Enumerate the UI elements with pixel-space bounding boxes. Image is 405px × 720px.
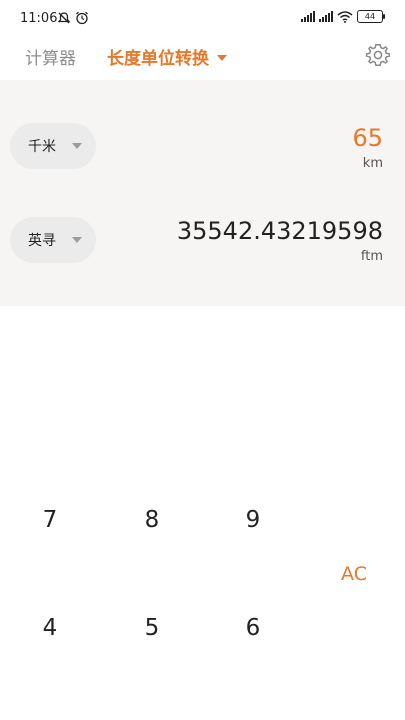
from-unit-label: 千米 [28,139,56,155]
from-value: 65 [352,124,383,152]
conversion-panel: 千米 65 km 英寻 35542.43219598 ftm [0,80,405,306]
key-7[interactable]: 7 [20,500,80,540]
tab-bar: 计算器 长度单位转换 [0,36,405,78]
key-8[interactable]: 8 [122,500,182,540]
all-clear-button[interactable]: AC [324,554,384,594]
chevron-down-icon [72,237,82,243]
tab-length-converter-label: 长度单位转换 [107,49,209,69]
key-5[interactable]: 5 [122,608,182,648]
from-unit-symbol: km [362,156,383,171]
battery-icon: 44 [357,10,385,23]
to-unit-label: 英寻 [28,233,56,249]
status-right-icons: 44 [301,10,385,23]
to-unit-symbol: ftm [360,249,383,264]
tab-length-converter[interactable]: 长度单位转换 [107,44,227,69]
chevron-down-icon [72,143,82,149]
from-value-block[interactable]: 65 km [352,124,383,171]
to-value-block[interactable]: 35542.43219598 ftm [177,217,383,264]
dropdown-caret-icon [217,54,227,61]
key-9[interactable]: 9 [223,500,283,540]
status-bar: 11:06 44 [0,0,405,36]
alarm-clock-icon [76,11,88,25]
status-left-icons [57,11,89,25]
wifi-icon [337,10,353,23]
tab-calculator[interactable]: 计算器 [25,44,76,69]
to-unit-selector[interactable]: 英寻 [10,217,96,263]
signal-icon [301,11,315,22]
gear-icon[interactable] [365,42,391,68]
key-6[interactable]: 6 [223,608,283,648]
key-4[interactable]: 4 [20,608,80,648]
from-unit-selector[interactable]: 千米 [10,123,96,169]
to-value: 35542.43219598 [176,217,383,245]
status-time: 11:06 [20,11,58,26]
mute-bell-icon [57,12,71,24]
signal-icon [319,11,333,22]
